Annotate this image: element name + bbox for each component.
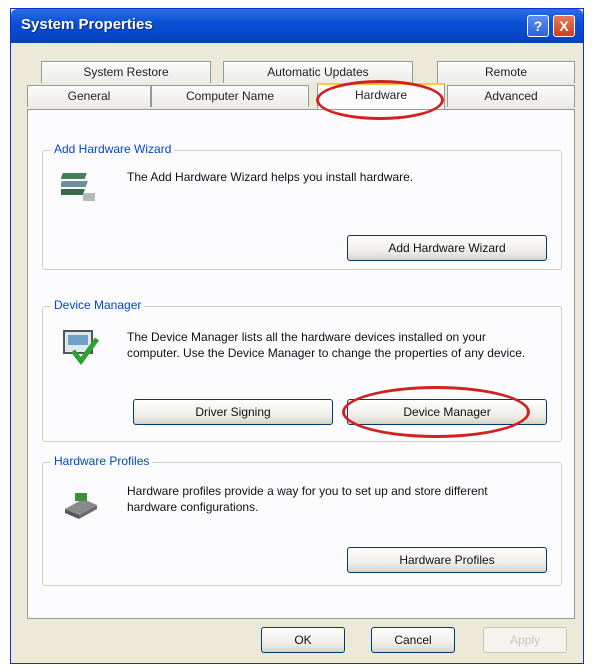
title-bar[interactable]: System Properties ? X [11,9,583,43]
close-button[interactable]: X [553,15,575,37]
device-manager-button[interactable]: Device Manager [347,399,547,425]
tab-advanced[interactable]: Advanced [447,85,575,107]
hardware-wizard-icon [61,173,95,201]
add-hardware-group: Add Hardware Wizard The Add Hardware Wiz… [42,142,562,270]
tab-remote[interactable]: Remote [437,61,575,83]
system-properties-window: System Properties ? X System Restore Aut… [10,8,584,664]
device-manager-group-label: Device Manager [51,298,145,312]
ok-button[interactable]: OK [261,627,345,653]
window-title: System Properties [21,16,153,33]
tab-hardware[interactable]: Hardware [317,83,445,109]
hardware-profiles-description: Hardware profiles provide a way for you … [127,484,488,514]
device-manager-description: The Device Manager lists all the hardwar… [127,330,526,360]
add-hardware-wizard-button[interactable]: Add Hardware Wizard [347,235,547,261]
device-manager-icon [63,330,100,366]
tab-automatic-updates[interactable]: Automatic Updates [223,61,413,83]
cancel-button[interactable]: Cancel [371,627,455,653]
hardware-tab-panel: Add Hardware Wizard The Add Hardware Wiz… [27,109,575,619]
tab-computer-name[interactable]: Computer Name [151,85,309,107]
help-button[interactable]: ? [527,15,549,37]
tab-strip: System Restore Automatic Updates Remote … [27,61,575,111]
hardware-profiles-button[interactable]: Hardware Profiles [347,547,547,573]
add-hardware-description: The Add Hardware Wizard helps you instal… [127,170,414,184]
tab-general[interactable]: General [27,85,151,107]
add-hardware-group-label: Add Hardware Wizard [51,142,175,156]
device-manager-group: Device Manager The Device Manager lists … [42,298,562,442]
hardware-profiles-group: Hardware Profiles Hardware profiles prov… [42,454,562,586]
tab-system-restore[interactable]: System Restore [41,61,211,83]
hardware-profiles-group-label: Hardware Profiles [51,454,153,468]
driver-signing-button[interactable]: Driver Signing [133,399,333,425]
apply-button[interactable]: Apply [483,627,567,653]
hardware-profiles-icon [65,493,97,519]
